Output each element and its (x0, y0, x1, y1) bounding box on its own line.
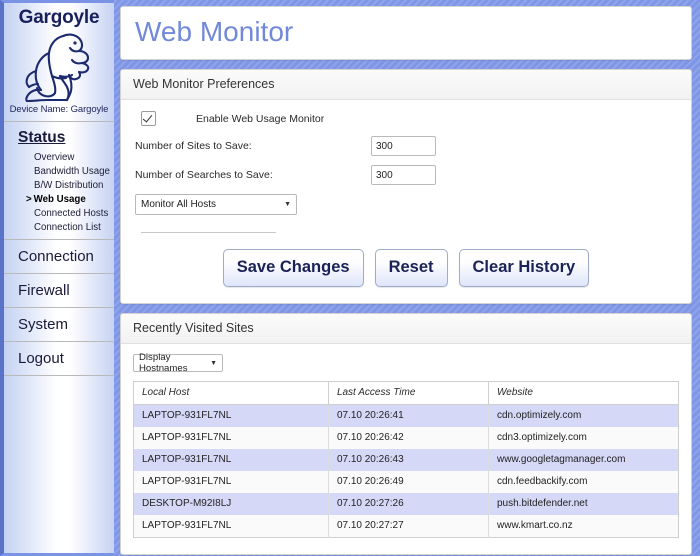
sidebar-item-label: Overview (34, 152, 74, 163)
searches-to-save-input[interactable] (371, 165, 436, 185)
sidebar-item-overview[interactable]: Overview (4, 150, 114, 164)
cell-local-host: DESKTOP-M92I8LJ (134, 493, 329, 515)
cell-last-access-time: 07.10 20:27:27 (328, 515, 488, 538)
recently-visited-sites-panel: Recently Visited Sites Display Hostnames… (120, 313, 692, 555)
cell-last-access-time: 07.10 20:26:49 (328, 471, 488, 493)
reset-button[interactable]: Reset (375, 249, 448, 287)
recently-visited-body: Display Hostnames ▼ Local Host Last Acce… (121, 344, 691, 554)
cell-website[interactable]: cdn3.optimizely.com (489, 427, 679, 449)
active-caret-icon: > (26, 194, 32, 205)
sidebar-item-connection[interactable]: Connection (4, 240, 114, 273)
brand-block: Gargoyle (4, 3, 114, 121)
column-header-last-access-time: Last Access Time (328, 382, 488, 405)
sidebar-item-label: Web Usage (34, 194, 86, 205)
web-monitor-preferences-panel: Web Monitor Preferences Enable Web Usage… (120, 69, 692, 304)
display-hostnames-select[interactable]: Display Hostnames ▼ (133, 354, 223, 372)
table-row: DESKTOP-M92I8LJ 07.10 20:27:26 push.bitd… (134, 493, 679, 515)
table-row: LAPTOP-931FL7NL 07.10 20:26:42 cdn3.opti… (134, 427, 679, 449)
cell-local-host: LAPTOP-931FL7NL (134, 515, 329, 538)
gargoyle-logo-icon (17, 30, 101, 102)
clear-history-button[interactable]: Clear History (459, 249, 590, 287)
table-row: LAPTOP-931FL7NL 07.10 20:26:49 cdn.feedb… (134, 471, 679, 493)
sites-to-save-label: Number of Sites to Save: (135, 140, 371, 152)
sidebar-item-label: Bandwidth Usage (34, 166, 110, 177)
sidebar-item-logout[interactable]: Logout (4, 342, 114, 375)
column-header-local-host: Local Host (134, 382, 329, 405)
save-changes-button[interactable]: Save Changes (223, 249, 364, 287)
cell-local-host: LAPTOP-931FL7NL (134, 471, 329, 493)
table-header-row: Local Host Last Access Time Website (134, 382, 679, 405)
sidebar-item-bandwidth-usage[interactable]: Bandwidth Usage (4, 164, 114, 178)
panel-title-preferences: Web Monitor Preferences (121, 70, 691, 100)
sidebar-item-bw-distribution[interactable]: B/W Distribution (4, 178, 114, 192)
display-hostnames-select-value: Display Hostnames (139, 352, 204, 374)
searches-to-save-label: Number of Searches to Save: (135, 169, 371, 181)
cell-last-access-time: 07.10 20:27:26 (328, 493, 488, 515)
cell-website[interactable]: cdn.feedbackify.com (489, 471, 679, 493)
table-row: LAPTOP-931FL7NL 07.10 20:26:43 www.googl… (134, 449, 679, 471)
device-name-label: Device Name: Gargoyle (4, 102, 114, 121)
page-title-panel: Web Monitor (120, 6, 692, 60)
enable-web-usage-monitor-checkbox[interactable] (141, 111, 156, 126)
column-header-website: Website (489, 382, 679, 405)
chevron-down-icon: ▼ (284, 201, 291, 208)
brand-title: Gargoyle (4, 8, 114, 28)
sidebar-item-connected-hosts[interactable]: Connected Hosts (4, 206, 114, 220)
divider (141, 232, 276, 233)
divider (4, 375, 114, 376)
sidebar-item-firewall[interactable]: Firewall (4, 274, 114, 307)
cell-website[interactable]: www.kmart.co.nz (489, 515, 679, 538)
sidebar-item-system[interactable]: System (4, 308, 114, 341)
chevron-down-icon: ▼ (210, 360, 217, 367)
monitor-hosts-select-value: Monitor All Hosts (141, 199, 216, 210)
sidebar-item-web-usage[interactable]: >Web Usage (4, 192, 114, 206)
cell-last-access-time: 07.10 20:26:43 (328, 449, 488, 471)
page-background: Gargoyle (0, 0, 700, 556)
cell-website[interactable]: push.bitdefender.net (489, 493, 679, 515)
sidebar-sublist-status: Overview Bandwidth Usage B/W Distributio… (4, 150, 114, 234)
main-content: Web Monitor Web Monitor Preferences Enab… (114, 0, 700, 556)
cell-last-access-time: 07.10 20:26:42 (328, 427, 488, 449)
sidebar: Gargoyle (0, 0, 114, 556)
enable-web-usage-monitor-label: Enable Web Usage Monitor (196, 113, 324, 125)
sidebar-item-label: B/W Distribution (34, 180, 103, 191)
preferences-button-row: Save Changes Reset Clear History (135, 249, 677, 289)
cell-local-host: LAPTOP-931FL7NL (134, 449, 329, 471)
sidebar-section-title-status[interactable]: Status (4, 128, 114, 147)
sidebar-item-label: Connected Hosts (34, 208, 108, 219)
sites-to-save-input[interactable] (371, 136, 436, 156)
visited-sites-table: Local Host Last Access Time Website LAPT… (133, 381, 679, 538)
cell-website[interactable]: www.googletagmanager.com (489, 449, 679, 471)
panel-title-recently-visited: Recently Visited Sites (121, 314, 691, 344)
monitor-hosts-select[interactable]: Monitor All Hosts ▼ (135, 194, 297, 215)
sidebar-item-label: Connection List (34, 222, 101, 233)
cell-local-host: LAPTOP-931FL7NL (134, 427, 329, 449)
preferences-body: Enable Web Usage Monitor Number of Sites… (121, 100, 691, 303)
table-header: Local Host Last Access Time Website (134, 382, 679, 405)
cell-local-host: LAPTOP-931FL7NL (134, 405, 329, 428)
sidebar-item-connection-list[interactable]: Connection List (4, 220, 114, 234)
cell-website[interactable]: cdn.optimizely.com (489, 405, 679, 428)
table-row: LAPTOP-931FL7NL 07.10 20:27:27 www.kmart… (134, 515, 679, 538)
enable-web-usage-monitor-row: Enable Web Usage Monitor (141, 111, 677, 126)
sites-to-save-row: Number of Sites to Save: (135, 136, 677, 156)
sidebar-section-status: Status Overview Bandwidth Usage B/W Dist… (4, 122, 114, 239)
table-row: LAPTOP-931FL7NL 07.10 20:26:41 cdn.optim… (134, 405, 679, 428)
searches-to-save-row: Number of Searches to Save: (135, 165, 677, 185)
page-title: Web Monitor (135, 16, 677, 48)
cell-last-access-time: 07.10 20:26:41 (328, 405, 488, 428)
table-body: LAPTOP-931FL7NL 07.10 20:26:41 cdn.optim… (134, 405, 679, 538)
